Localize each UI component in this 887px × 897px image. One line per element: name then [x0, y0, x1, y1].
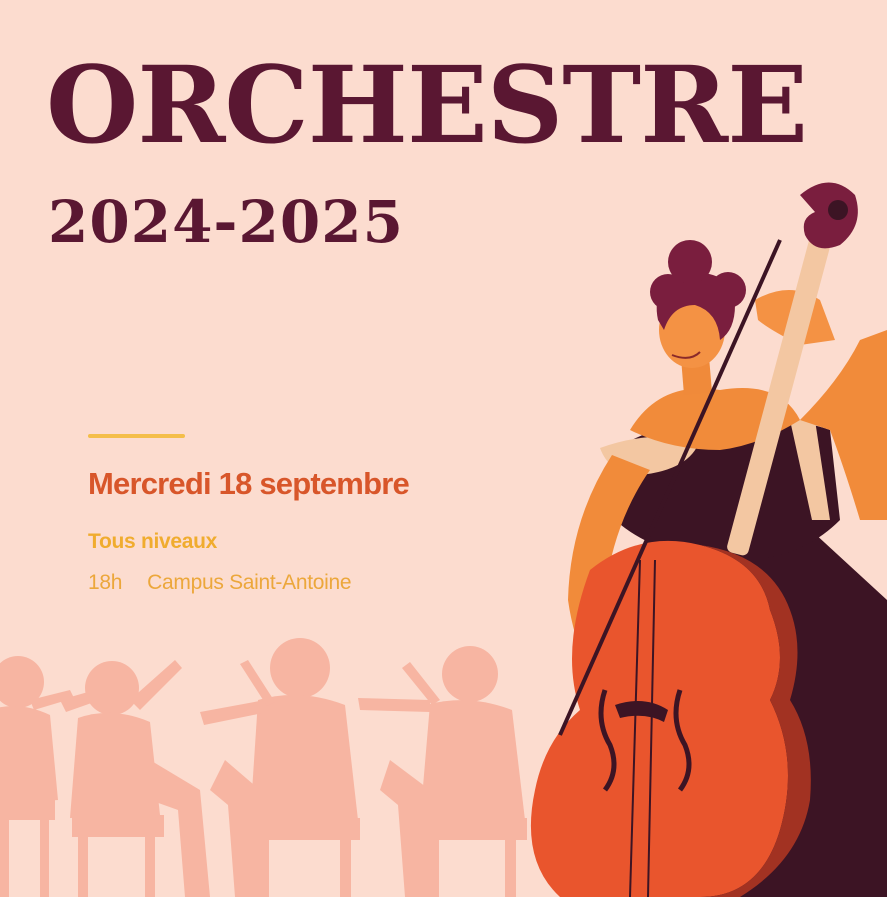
accent-divider: [88, 434, 185, 438]
orchestra-poster: ORCHESTRE 2024-2025 Mercredi 18 septembr…: [0, 0, 887, 897]
event-venue: Campus Saint-Antoine: [147, 571, 352, 594]
silhouette-musician-4: [358, 646, 527, 897]
silhouette-musician-3: [200, 638, 360, 897]
event-time: 18h: [88, 571, 123, 594]
silhouette-musician-2: [60, 660, 210, 897]
poster-title: ORCHESTRE: [46, 42, 808, 167]
orchestra-silhouettes: [0, 638, 527, 897]
event-info: 18h Campus Saint-Antoine: [88, 571, 352, 595]
cellist-illustration: [530, 182, 887, 897]
season-years: 2024-2025: [48, 188, 404, 256]
silhouette-musician-1: [0, 656, 74, 897]
event-date: Mercredi 18 septembre: [88, 466, 410, 501]
level-label: Tous niveaux: [88, 530, 218, 553]
